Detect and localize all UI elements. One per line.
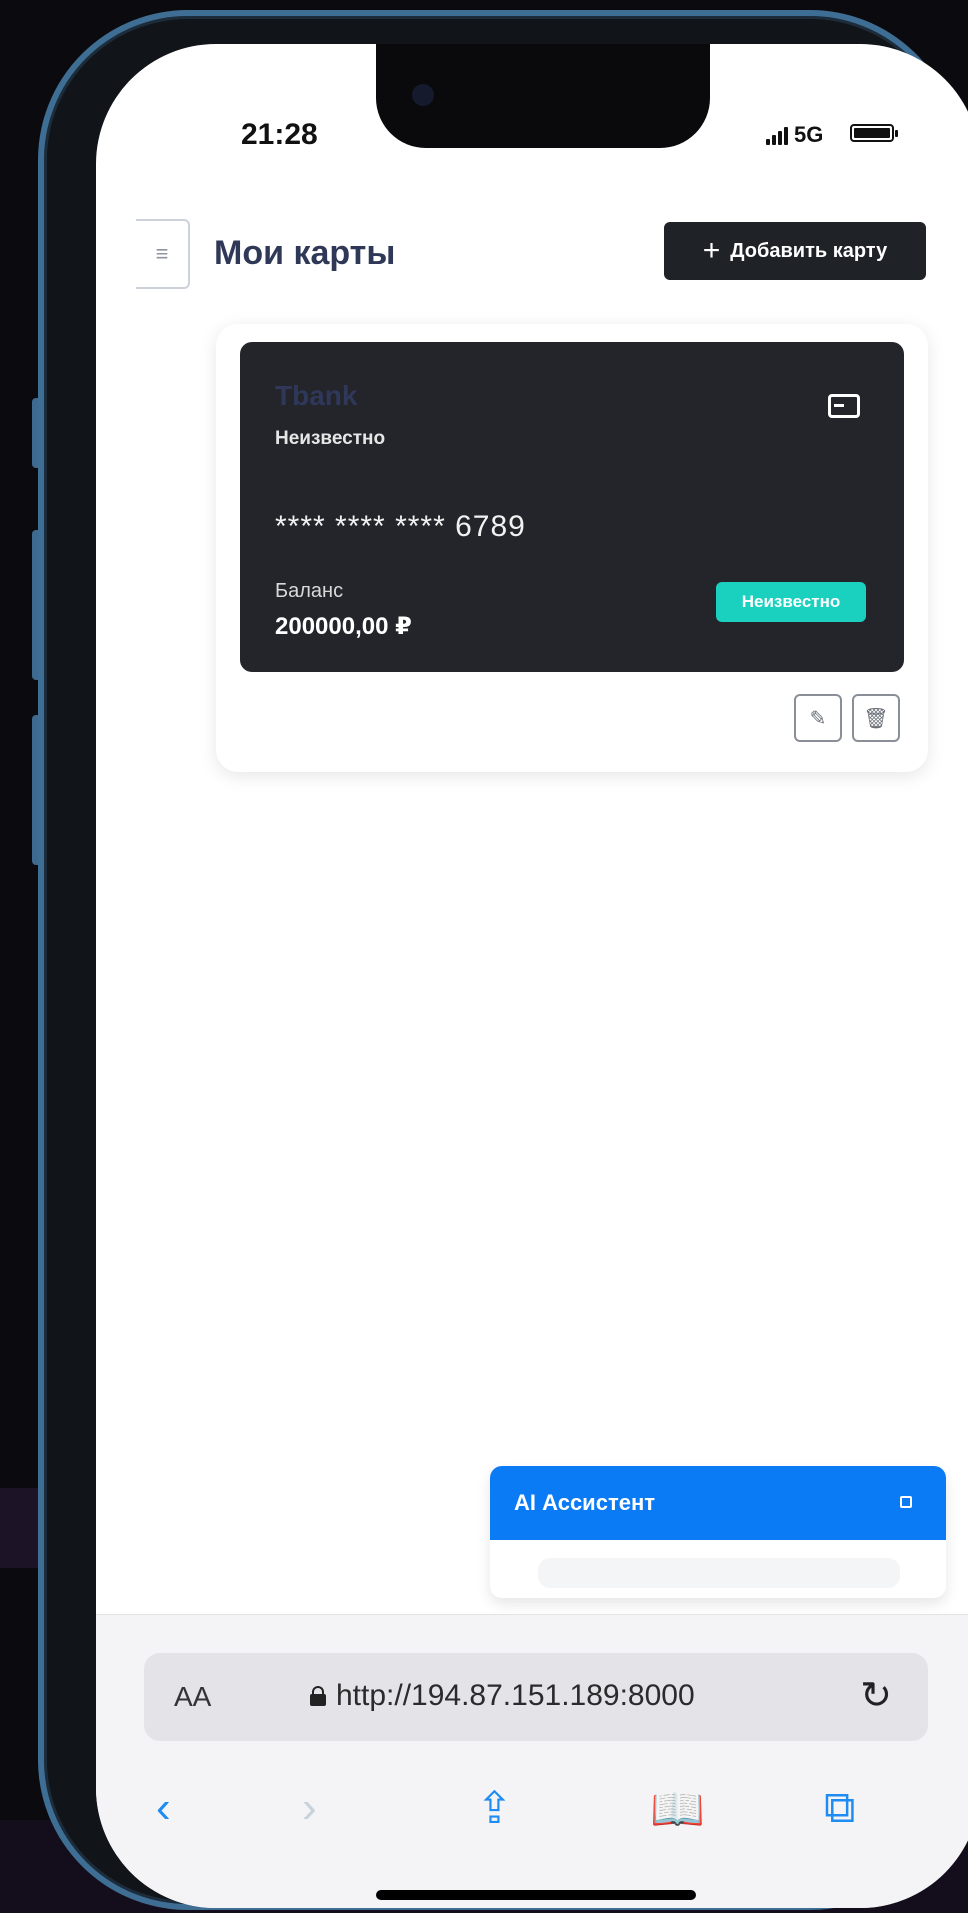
ai-assistant-input[interactable] bbox=[538, 1558, 900, 1588]
text-size-button[interactable]: AA bbox=[174, 1681, 211, 1713]
network-label: 5G bbox=[794, 122, 824, 147]
forward-icon[interactable]: › bbox=[302, 1783, 317, 1833]
status-time: 21:28 bbox=[241, 118, 318, 151]
ai-assistant-panel: AI Ассистент bbox=[490, 1466, 946, 1598]
url-text: http://194.87.151.189:8000 bbox=[336, 1679, 695, 1712]
url-field[interactable]: AA http://194.87.151.189:8000 ↻ bbox=[144, 1653, 928, 1741]
trash-icon[interactable]: 🗑 bbox=[852, 694, 900, 742]
home-indicator bbox=[376, 1890, 696, 1900]
ai-assistant-header[interactable]: AI Ассистент bbox=[490, 1466, 946, 1540]
phone-screen: 21:28 5G ≡ Мои карты + Добавить карту Tb… bbox=[96, 44, 968, 1908]
card-container: Tbank Неизвестно **** **** **** 6789 Бал… bbox=[216, 324, 928, 772]
back-icon[interactable]: ‹ bbox=[156, 1783, 171, 1833]
hamburger-icon[interactable]: ≡ bbox=[136, 219, 190, 289]
edit-icon[interactable]: ✎ bbox=[794, 694, 842, 742]
bookmarks-icon[interactable]: 📖 bbox=[650, 1783, 705, 1835]
notch bbox=[376, 44, 710, 148]
card-number: **** **** **** 6789 bbox=[275, 510, 526, 543]
minimize-icon[interactable] bbox=[900, 1496, 912, 1508]
card-type: Неизвестно bbox=[275, 428, 386, 449]
lock-icon bbox=[310, 1686, 326, 1706]
network-status: 5G bbox=[766, 122, 823, 148]
phone-frame: 21:28 5G ≡ Мои карты + Добавить карту Tb… bbox=[38, 10, 968, 1910]
bank-name: Tbank bbox=[275, 380, 358, 411]
status-badge: Неизвестно bbox=[716, 582, 866, 622]
share-icon[interactable]: ⇪ bbox=[476, 1783, 513, 1834]
page-title: Мои карты bbox=[214, 234, 396, 272]
reload-icon[interactable]: ↻ bbox=[860, 1673, 892, 1718]
browser-toolbar: AA http://194.87.151.189:8000 ↻ ‹ › ⇪ 📖 … bbox=[96, 1614, 968, 1908]
add-card-button[interactable]: + Добавить карту bbox=[664, 222, 926, 280]
bank-card[interactable]: Tbank Неизвестно **** **** **** 6789 Бал… bbox=[240, 342, 904, 672]
balance-value: 200000,00 ₽ bbox=[275, 613, 412, 640]
ai-assistant-title: AI Ассистент bbox=[514, 1490, 656, 1515]
balance-label: Баланс bbox=[275, 580, 344, 602]
battery-icon bbox=[850, 124, 898, 142]
plus-icon: + bbox=[702, 234, 721, 267]
url-text-wrap: http://194.87.151.189:8000 bbox=[310, 1679, 695, 1713]
signal-icon bbox=[766, 125, 788, 145]
tabs-icon[interactable]: ⧉ bbox=[824, 1783, 855, 1833]
camera-icon bbox=[412, 84, 434, 106]
card-icon bbox=[828, 394, 860, 418]
add-card-label: Добавить карту bbox=[730, 239, 888, 262]
